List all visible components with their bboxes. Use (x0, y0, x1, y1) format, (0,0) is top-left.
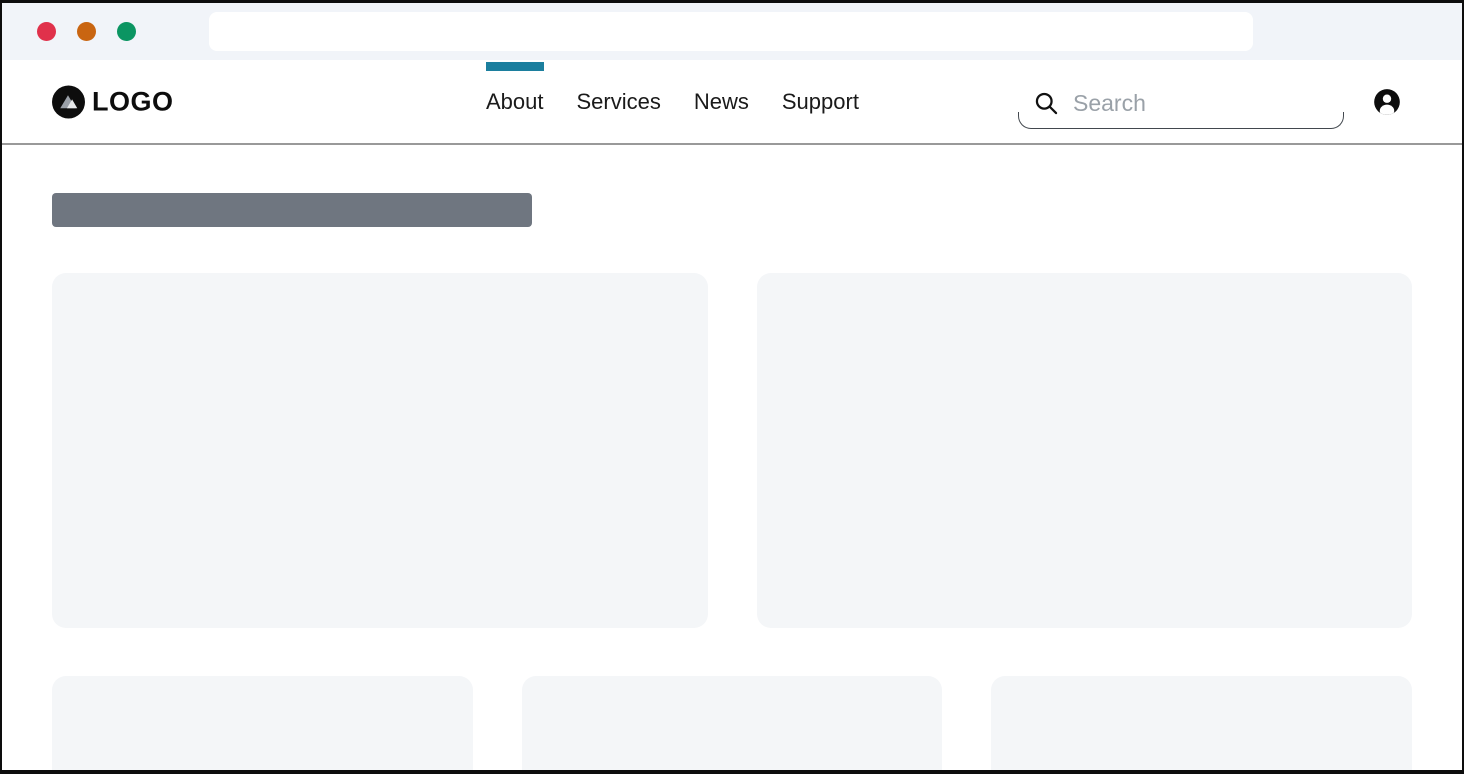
nav-item-support[interactable]: Support (782, 60, 859, 143)
nav-item-news[interactable]: News (694, 60, 749, 143)
site-header: LOGO About Services News Support (2, 60, 1462, 145)
mountain-circle-icon (52, 85, 85, 118)
window-controls (37, 22, 136, 41)
content-card-placeholder (52, 676, 473, 774)
search-box (1018, 83, 1344, 129)
large-card-row (52, 273, 1412, 628)
site-logo[interactable]: LOGO (52, 85, 174, 118)
content-card-placeholder (757, 273, 1413, 628)
browser-window: LOGO About Services News Support (0, 0, 1464, 774)
page-title-placeholder (52, 193, 532, 227)
browser-chrome-bar (2, 3, 1462, 60)
search-icon (1033, 90, 1060, 117)
nav-item-services[interactable]: Services (577, 60, 661, 143)
maximize-window-button[interactable] (117, 22, 136, 41)
page-content (2, 145, 1462, 774)
content-card-placeholder (991, 676, 1412, 774)
minimize-window-button[interactable] (77, 22, 96, 41)
person-silhouette-icon (1373, 88, 1401, 116)
content-card-placeholder (52, 273, 708, 628)
address-bar-input[interactable] (209, 12, 1253, 51)
close-window-button[interactable] (37, 22, 56, 41)
content-card-placeholder (522, 676, 943, 774)
nav-item-about[interactable]: About (486, 60, 544, 143)
small-card-row (52, 676, 1412, 774)
user-avatar-button[interactable] (1373, 88, 1401, 116)
search-input[interactable] (1073, 90, 1344, 123)
main-navigation: About Services News Support (486, 60, 859, 143)
logo-text: LOGO (92, 86, 174, 117)
